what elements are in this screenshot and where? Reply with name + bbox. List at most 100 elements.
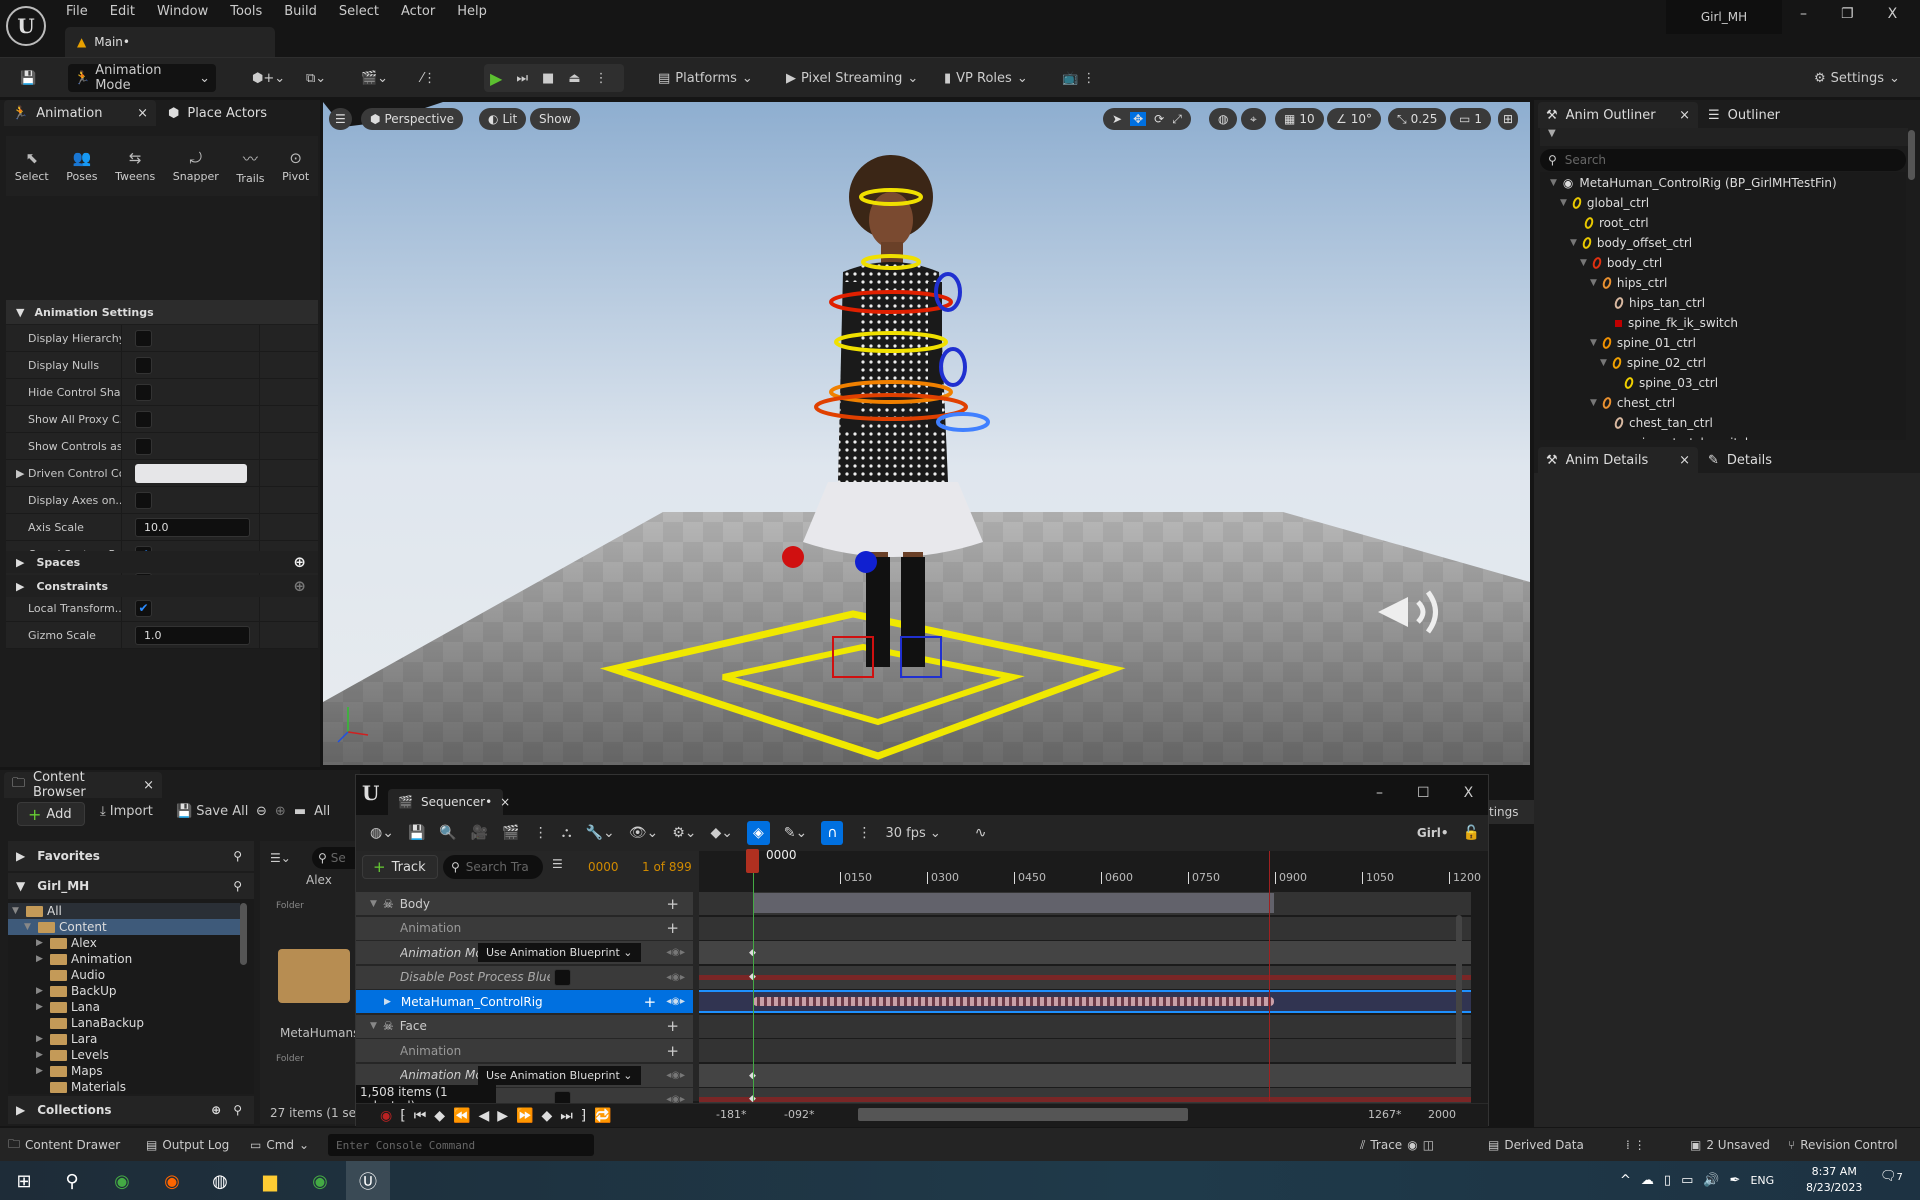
auto-key-button[interactable]: ◈ — [746, 821, 770, 845]
add-icon[interactable]: + — [666, 1042, 679, 1060]
step-back-icon[interactable]: ⏪ — [453, 1108, 470, 1124]
layout-icon[interactable]: ⊞ — [1498, 108, 1519, 130]
snapshot-icon[interactable]: ◫ — [1423, 1138, 1434, 1152]
tab-details[interactable]: ✎ Details — [1700, 447, 1780, 473]
previous-key-icon[interactable]: ⏮ — [414, 1108, 427, 1124]
import-button[interactable]: ⤓ Import — [100, 804, 153, 819]
close-tab-icon[interactable]: × — [1679, 108, 1690, 123]
add-actor-button[interactable]: ⬢+⌄ — [246, 64, 291, 92]
track-lane[interactable] — [699, 1014, 1471, 1038]
track-row[interactable]: ▼ ☠ Face + — [356, 1014, 693, 1038]
add-button[interactable]: + Add — [17, 802, 85, 826]
close-button[interactable]: X — [1888, 6, 1898, 22]
track-scrollbar[interactable] — [1456, 915, 1462, 1075]
folder-item[interactable]: ▶ Alex — [8, 935, 240, 951]
folder-item[interactable]: ▶ Levels — [8, 1047, 240, 1063]
add-collection-icon[interactable]: ⊕ — [211, 1103, 221, 1117]
menu-window[interactable]: Window — [157, 4, 208, 19]
tab-main[interactable]: ▲ Main• — [65, 27, 275, 57]
play-icon[interactable]: ▶ — [497, 1108, 508, 1124]
checkbox[interactable] — [135, 410, 152, 428]
checkbox[interactable] — [135, 329, 152, 347]
key-nav-icon[interactable]: ◂◉▸ — [666, 996, 685, 1007]
track-row[interactable]: ▶ MetaHuman_ControlRig + ◂◉▸ — [356, 990, 693, 1013]
add-icon[interactable]: + — [666, 1017, 679, 1035]
outliner-scrollbar[interactable] — [1908, 130, 1915, 180]
menu-select[interactable]: Select — [339, 4, 379, 19]
maximize-button[interactable]: ❐ — [1841, 6, 1854, 22]
outliner-item[interactable]: ▼ body_ctrl — [1580, 255, 1662, 271]
language-indicator[interactable]: ENG — [1750, 1174, 1774, 1187]
loop-icon[interactable]: 🔁 — [594, 1108, 611, 1124]
keyframe-strip[interactable] — [753, 997, 1275, 1006]
expand-arrow-icon[interactable] — [36, 1018, 46, 1028]
current-frame[interactable]: 0000 — [588, 860, 619, 874]
expand-arrow-icon[interactable]: ▶ — [36, 1066, 46, 1076]
view-range-start[interactable]: -181* — [716, 1108, 746, 1121]
end-marker[interactable] — [1269, 851, 1270, 1101]
outliner-search-input[interactable]: ⚲ Search — [1540, 149, 1906, 171]
outliner-item[interactable]: ▼ ◉ MetaHuman_ControlRig (BP_GirlMHTestFin… — [1550, 176, 1837, 190]
cmd-dropdown[interactable]: ▭ Cmd ⌄ — [250, 1134, 309, 1156]
maximize-button[interactable]: ☐ — [1417, 785, 1430, 801]
expand-arrow-icon[interactable]: ▶ — [36, 986, 46, 996]
expand-arrow-icon[interactable]: ▶ — [36, 1002, 46, 1012]
save-all-button[interactable]: 💾 Save All — [176, 804, 248, 819]
collapse-arrow-icon[interactable]: ▼ — [1590, 338, 1597, 348]
expand-arrow-icon[interactable]: ▶ — [36, 1034, 46, 1044]
key-nav-icon[interactable]: ◂◉▸ — [666, 1070, 685, 1081]
collapse-arrow-icon[interactable]: ▼ — [1590, 398, 1597, 408]
modeling-button[interactable]: ⁄⋮ — [415, 64, 442, 92]
filter-dropdown[interactable]: ▼ — [1540, 128, 1908, 146]
track-row[interactable]: ▼ ☠ Body + — [356, 892, 693, 915]
outliner-item[interactable]: ▼ body_offset_ctrl — [1570, 235, 1692, 251]
folder-item[interactable]: ▼ All — [8, 903, 240, 919]
folder-item[interactable]: ▶ Lara — [8, 1031, 240, 1047]
step-forward-icon[interactable]: ⏩ — [516, 1108, 533, 1124]
close-tab-icon[interactable]: × — [500, 795, 510, 809]
edit-mode-icon[interactable]: ✎⌄ — [784, 825, 807, 841]
expand-arrow-icon[interactable]: ▶ — [16, 467, 24, 480]
add-track-button[interactable]: + Track — [362, 855, 438, 879]
outliner-item[interactable]: spine_fk_ik_switch — [1600, 316, 1738, 330]
notifications-button[interactable]: 🗨7 — [1880, 1169, 1903, 1184]
collapse-arrow-icon[interactable]: ▼ — [12, 906, 22, 916]
add-icon[interactable]: + — [644, 993, 657, 1011]
close-tab-icon[interactable]: × — [1679, 453, 1690, 468]
console-input[interactable]: Enter Console Command — [328, 1134, 594, 1156]
revision-control-button[interactable]: ⑂ Revision Control — [1788, 1134, 1898, 1156]
vp-roles-dropdown[interactable]: ▮ VP Roles ⌄ — [938, 64, 1034, 92]
tool-snapper[interactable]: ⤾ Snapper — [173, 149, 219, 183]
expand-arrow-icon[interactable]: ▶ — [384, 997, 391, 1007]
filter-icon[interactable]: ☰ — [552, 857, 563, 871]
color-swatch[interactable] — [135, 463, 247, 483]
folder-item[interactable]: Materials — [8, 1079, 240, 1095]
outliner-item[interactable]: ▼ spine_01_ctrl — [1590, 335, 1696, 351]
track-row[interactable]: Animation + — [356, 1039, 693, 1062]
outliner-item[interactable]: chest_tan_ctrl — [1600, 415, 1713, 431]
track-search-input[interactable]: ⚲ Search Tra — [443, 855, 543, 879]
add-icon[interactable]: + — [666, 919, 679, 937]
previous-keyframe-icon[interactable]: ◆ — [434, 1108, 445, 1124]
project-section[interactable]: ▼ Girl_MH ⚲ — [8, 873, 254, 899]
minimize-button[interactable]: – — [1800, 6, 1807, 22]
filter-button[interactable]: ☰⌄ — [270, 851, 291, 865]
tab-anim-details[interactable]: ⚒ Anim Details × — [1538, 447, 1698, 473]
level-viewport[interactable]: ☰ ⬢ Perspective ◐ Lit Show ➤ ✥ ⟳ ⤢ ◍ ⌖ ▦ 10… — [323, 102, 1530, 765]
rotate-icon[interactable]: ⟳ — [1154, 112, 1164, 126]
forward-icon[interactable]: ⊕ — [275, 804, 286, 819]
add-constraint-icon[interactable]: ⊕ — [293, 577, 306, 595]
step-icon[interactable]: ⏭ — [516, 71, 528, 86]
folder-item[interactable]: LanaBackup — [8, 1015, 240, 1031]
volume-icon[interactable]: 🔊 — [1703, 1173, 1719, 1188]
more-icon[interactable]: ⋮ — [534, 825, 548, 841]
checkbox[interactable] — [135, 383, 152, 401]
track-lane[interactable] — [699, 1063, 1471, 1087]
checkbox[interactable] — [135, 437, 152, 455]
cinematics-button[interactable]: 🎬⌄ — [355, 64, 394, 92]
collapse-arrow-icon[interactable]: ▼ — [370, 1021, 377, 1031]
menu-build[interactable]: Build — [284, 4, 317, 19]
outliner-item[interactable]: ▼ spine_02_ctrl — [1600, 355, 1706, 371]
scale-snap-button[interactable]: ⤡ 0.25 — [1388, 108, 1447, 130]
play-icon[interactable]: ▶ — [490, 69, 502, 88]
